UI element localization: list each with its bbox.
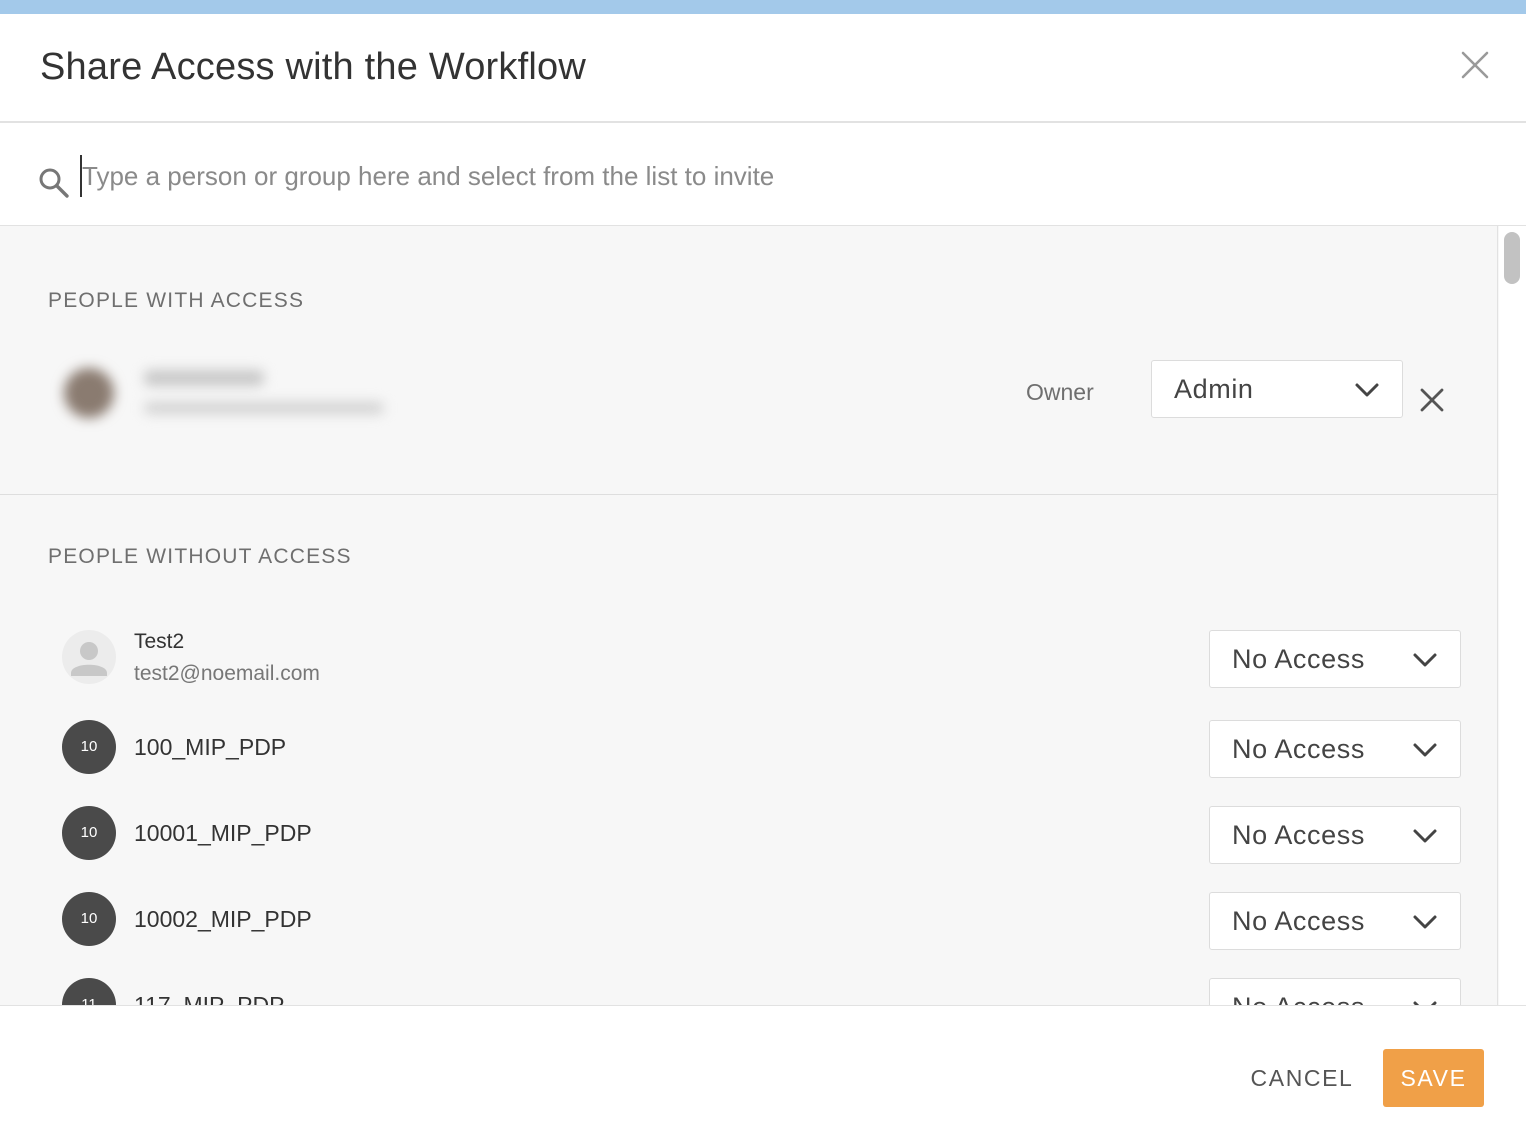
scrollbar-thumb[interactable] bbox=[1504, 232, 1520, 284]
invite-search-input[interactable] bbox=[80, 155, 1460, 197]
access-select[interactable]: No Access bbox=[1209, 630, 1461, 688]
avatar: 10 bbox=[62, 720, 116, 774]
people-with-access-heading: PEOPLE WITH ACCESS bbox=[48, 289, 305, 312]
chevron-down-icon bbox=[1413, 829, 1437, 843]
close-icon bbox=[1420, 388, 1444, 412]
access-select[interactable]: No Access bbox=[1209, 892, 1461, 950]
dialog-header: Share Access with the Workflow bbox=[0, 14, 1526, 123]
owner-user-blurred bbox=[54, 346, 404, 436]
access-select[interactable]: No Access bbox=[1209, 806, 1461, 864]
window-top-bar bbox=[0, 0, 1526, 14]
access-value: No Access bbox=[1232, 906, 1365, 936]
group-name: 10002_MIP_PDP bbox=[134, 906, 312, 932]
list-item: Test2 test2@noemail.com No Access bbox=[0, 616, 1498, 688]
chevron-down-icon bbox=[1413, 915, 1437, 929]
user-name: Test2 bbox=[134, 630, 185, 653]
list-item: 10 10001_MIP_PDP No Access bbox=[0, 792, 1498, 864]
list-item: 11 117_MIP_PDP No Access bbox=[0, 964, 1498, 1005]
search-icon bbox=[39, 168, 69, 198]
avatar: 10 bbox=[62, 892, 116, 946]
list-item: 10 100_MIP_PDP No Access bbox=[0, 706, 1498, 778]
owner-role-value: Admin bbox=[1174, 374, 1254, 404]
close-icon bbox=[1461, 51, 1489, 79]
user-email: test2@noemail.com bbox=[134, 662, 320, 685]
save-button[interactable]: SAVE bbox=[1383, 1049, 1484, 1107]
dialog-footer: CANCEL SAVE bbox=[0, 1005, 1526, 1144]
access-list: PEOPLE WITH ACCESS Owner Admin PEOPLE WI… bbox=[0, 226, 1498, 1005]
avatar: 11 bbox=[62, 978, 116, 1005]
group-name: 117_MIP_PDP bbox=[134, 992, 285, 1005]
group-name: 100_MIP_PDP bbox=[134, 734, 287, 760]
avatar bbox=[64, 368, 114, 418]
access-value: No Access bbox=[1232, 734, 1365, 764]
person-icon bbox=[71, 642, 107, 676]
access-select[interactable]: No Access bbox=[1209, 978, 1461, 1005]
share-access-dialog: Share Access with the Workflow PEOPLE WI… bbox=[0, 14, 1526, 1144]
chevron-down-icon bbox=[1355, 383, 1379, 397]
remove-owner-button[interactable] bbox=[1418, 386, 1446, 414]
access-value: No Access bbox=[1232, 992, 1365, 1005]
cancel-button[interactable]: CANCEL bbox=[1244, 1049, 1360, 1107]
people-without-access-heading: PEOPLE WITHOUT ACCESS bbox=[48, 545, 352, 568]
list-item: 10 10002_MIP_PDP No Access bbox=[0, 878, 1498, 950]
close-button[interactable] bbox=[1458, 48, 1492, 82]
access-select[interactable]: No Access bbox=[1209, 720, 1461, 778]
chevron-down-icon bbox=[1413, 653, 1437, 667]
avatar bbox=[62, 630, 116, 684]
access-value: No Access bbox=[1232, 644, 1365, 674]
chevron-down-icon bbox=[1413, 743, 1437, 757]
avatar: 10 bbox=[62, 806, 116, 860]
dialog-title: Share Access with the Workflow bbox=[40, 46, 586, 88]
invite-search-bar bbox=[0, 125, 1526, 226]
access-value: No Access bbox=[1232, 820, 1365, 850]
group-name: 10001_MIP_PDP bbox=[134, 820, 312, 846]
scrollbar-track[interactable] bbox=[1499, 226, 1526, 1005]
section-divider bbox=[0, 494, 1498, 495]
owner-badge: Owner bbox=[1026, 379, 1094, 405]
owner-role-select[interactable]: Admin bbox=[1151, 360, 1403, 418]
access-list-scroll-area[interactable]: PEOPLE WITH ACCESS Owner Admin PEOPLE WI… bbox=[0, 226, 1526, 1005]
